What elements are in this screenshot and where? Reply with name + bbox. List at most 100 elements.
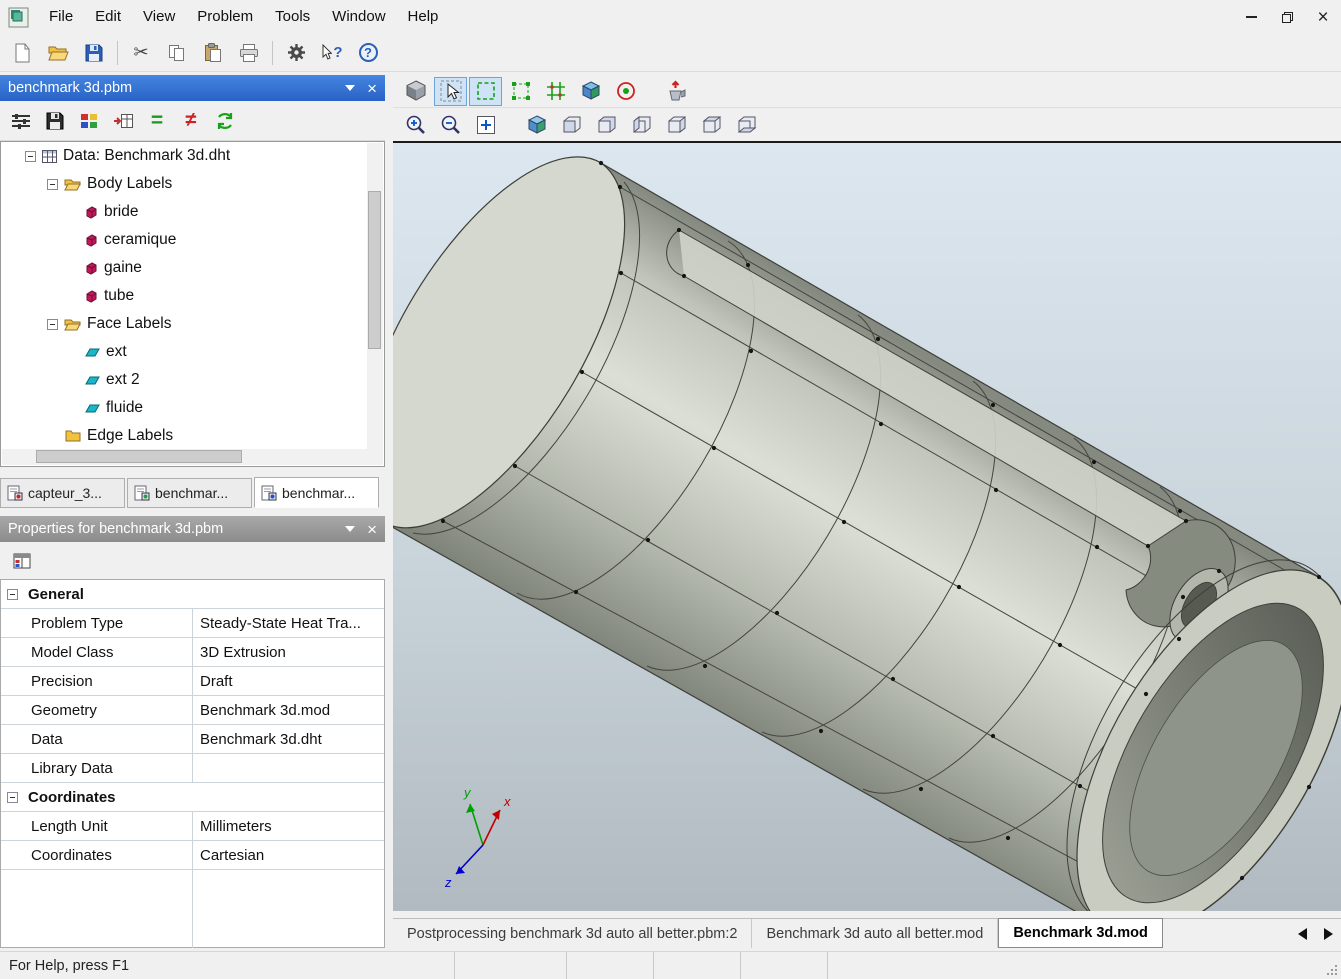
doc-tab-benchmark-2[interactable]: benchmar... [254,477,379,508]
bottom-tab-postprocessing[interactable]: Postprocessing benchmark 3d auto all bet… [393,919,752,948]
tree-item-bride[interactable]: bride [1,198,384,226]
cut-icon[interactable] [123,37,159,69]
colored-cube-icon[interactable] [574,77,607,106]
zoom-window-icon[interactable] [469,110,502,139]
bottom-tab-benchmark-3d[interactable]: Benchmark 3d.mod [998,918,1163,948]
zoom-out-icon[interactable] [434,110,467,139]
doc-tab-capteur[interactable]: capteur_3... [0,478,125,508]
equals-icon[interactable] [140,105,174,137]
panel-menu-icon[interactable] [345,85,355,91]
select-cursor-icon[interactable] [434,77,467,106]
save-data-icon[interactable] [38,105,72,137]
menu-file[interactable]: File [38,0,84,34]
property-value[interactable] [193,754,384,782]
scrollbar-corner [367,449,383,465]
gear-icon[interactable] [278,37,314,69]
restore-icon[interactable] [1269,2,1305,32]
solid-cube-icon[interactable] [399,77,432,106]
viewport-3d[interactable]: y x z [393,141,1341,911]
select-rect-icon[interactable] [469,77,502,106]
view-box-left-icon[interactable] [625,110,658,139]
tree-item-data-root[interactable]: Data: Benchmark 3d.dht [1,142,384,170]
copy-icon[interactable] [159,37,195,69]
property-row[interactable]: Coordinates Cartesian [1,841,384,870]
close-icon[interactable] [1305,2,1341,32]
property-row[interactable]: Data Benchmark 3d.dht [1,725,384,754]
panel-menu-icon[interactable] [345,526,355,532]
tree-item-tube[interactable]: tube [1,282,384,310]
property-value[interactable]: Benchmark 3d.mod [193,696,384,724]
collapse-icon[interactable] [47,319,58,330]
resize-grip-icon[interactable] [1326,952,1341,979]
property-row[interactable]: Length Unit Millimeters [1,812,384,841]
zoom-in-icon[interactable] [399,110,432,139]
property-row[interactable]: Geometry Benchmark 3d.mod [1,696,384,725]
new-icon[interactable] [4,37,40,69]
collapse-icon[interactable] [25,151,36,162]
collapse-icon[interactable] [7,792,18,803]
tree-item-fluide[interactable]: fluide [1,394,384,422]
minimize-icon[interactable] [1233,2,1269,32]
menu-tools[interactable]: Tools [264,0,321,34]
transfer-icon[interactable] [106,105,140,137]
panel-close-icon[interactable] [367,521,377,538]
labels-icon[interactable] [72,105,106,137]
tree-item-ext[interactable]: ext [1,338,384,366]
tree-item-ext-2[interactable]: ext 2 [1,366,384,394]
tree-item-label: ceramique [104,231,176,249]
save-icon[interactable] [76,37,112,69]
tree-item-gaine[interactable]: gaine [1,254,384,282]
refresh-icon[interactable] [208,105,242,137]
tree-horizontal-scrollbar[interactable] [2,449,368,465]
property-section-general[interactable]: General [1,580,384,609]
property-row[interactable]: Model Class 3D Extrusion [1,638,384,667]
paste-icon[interactable] [195,37,231,69]
tree-group-face-labels[interactable]: Face Labels [1,310,384,338]
menu-problem[interactable]: Problem [186,0,264,34]
property-row[interactable]: Library Data [1,754,384,783]
property-row[interactable]: Precision Draft [1,667,384,696]
pour-icon[interactable] [660,77,693,106]
menu-window[interactable]: Window [321,0,396,34]
not-equal-icon[interactable] [174,105,208,137]
view-box-back-icon[interactable] [590,110,623,139]
help-icon[interactable] [350,37,386,69]
context-help-icon[interactable] [314,37,350,69]
property-value[interactable]: 3D Extrusion [193,638,384,666]
property-value[interactable]: Steady-State Heat Tra... [193,609,384,637]
tree-vertical-scrollbar[interactable] [367,143,383,450]
select-grid-icon[interactable] [539,77,572,106]
tree-group-edge-labels[interactable]: Edge Labels [1,422,384,450]
select-handles-icon[interactable] [504,77,537,106]
panel-close-icon[interactable] [367,80,377,97]
print-icon[interactable] [231,37,267,69]
iso-view-icon[interactable] [520,110,553,139]
menu-view[interactable]: View [132,0,186,34]
scrollbar-thumb[interactable] [36,450,242,463]
tree-item-ceramique[interactable]: ceramique [1,226,384,254]
menu-help[interactable]: Help [397,0,450,34]
sliders-icon[interactable] [4,105,38,137]
collapse-icon[interactable] [47,179,58,190]
open-icon[interactable] [40,37,76,69]
view-box-right-icon[interactable] [660,110,693,139]
property-value[interactable]: Draft [193,667,384,695]
view-box-front-icon[interactable] [555,110,588,139]
target-icon[interactable] [609,77,642,106]
doc-tab-benchmark-1[interactable]: benchmar... [127,478,252,508]
property-value[interactable]: Cartesian [193,841,384,869]
property-row[interactable]: Problem Type Steady-State Heat Tra... [1,609,384,638]
property-value[interactable]: Benchmark 3d.dht [193,725,384,753]
tab-scroll-left-icon[interactable] [1289,919,1315,948]
menu-edit[interactable]: Edit [84,0,132,34]
collapse-icon[interactable] [7,589,18,600]
property-value[interactable]: Millimeters [193,812,384,840]
bottom-tab-benchmark-auto[interactable]: Benchmark 3d auto all better.mod [752,919,998,948]
scrollbar-thumb[interactable] [368,191,381,349]
property-grid-icon[interactable] [4,545,40,577]
view-box-top-icon[interactable] [695,110,728,139]
tab-scroll-right-icon[interactable] [1315,919,1341,948]
tree-group-body-labels[interactable]: Body Labels [1,170,384,198]
view-box-bottom-icon[interactable] [730,110,763,139]
property-section-coordinates[interactable]: Coordinates [1,783,384,812]
